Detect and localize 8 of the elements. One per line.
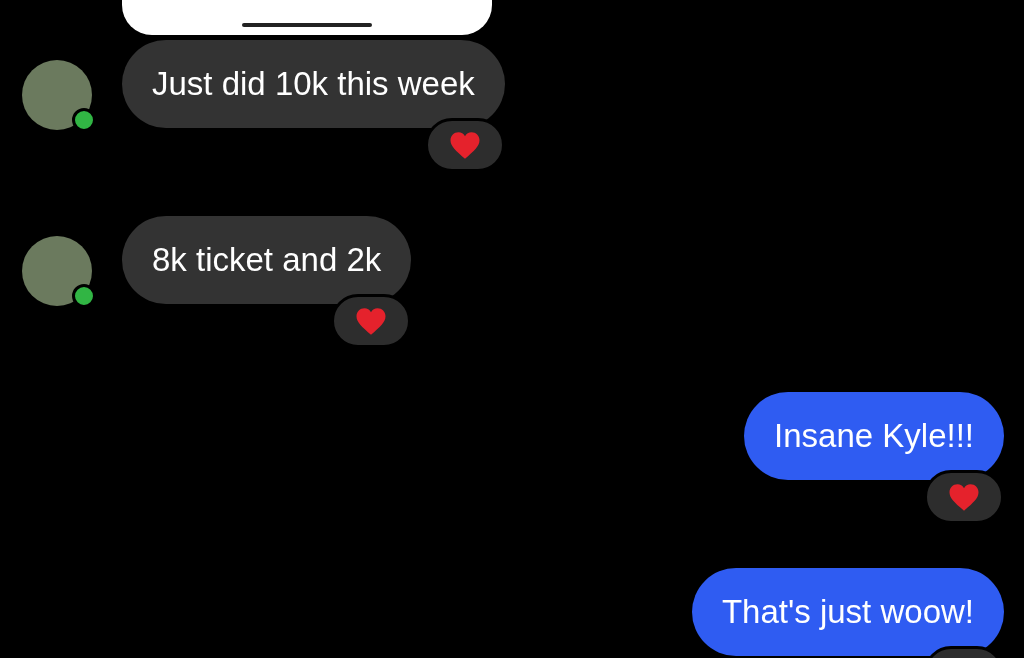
message-bubble[interactable]: 8k ticket and 2k [122, 216, 412, 304]
message-bubble[interactable]: That's just woow! [691, 568, 1004, 656]
heart-icon [948, 482, 980, 512]
message-bubble[interactable]: Insane Kyle!!! [744, 392, 1004, 480]
attachment-card[interactable] [122, 0, 492, 35]
heart-icon [355, 306, 388, 336]
message-bubble[interactable]: Just did 10k this week [122, 40, 505, 128]
heart-icon [448, 130, 481, 160]
